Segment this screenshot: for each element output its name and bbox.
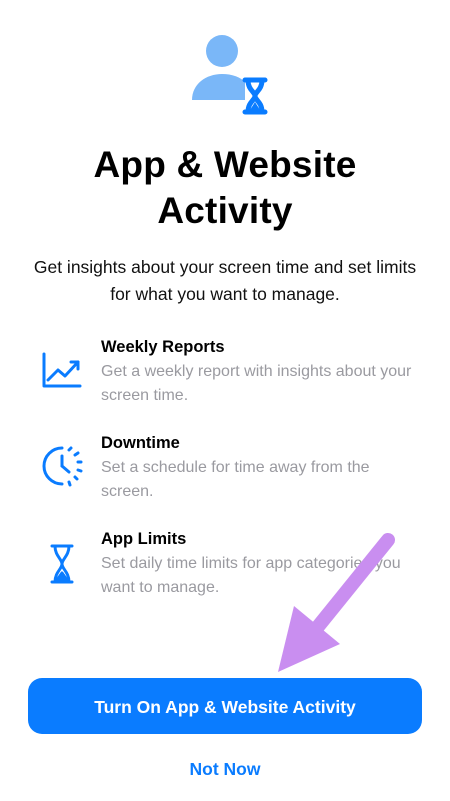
feature-title: App Limits — [101, 530, 187, 548]
person-hourglass-icon — [188, 32, 270, 116]
not-now-button[interactable]: Not Now — [0, 756, 450, 782]
feature-app-limits: App Limits Set daily time limits for app… — [0, 528, 450, 608]
feature-description: Set daily time limits for app categories… — [101, 555, 401, 596]
chart-line-icon — [40, 348, 84, 392]
feature-title: Downtime — [101, 434, 180, 452]
feature-description: Set a schedule for time away from the sc… — [101, 459, 370, 500]
title-line-2: Activity — [157, 190, 293, 231]
downtime-clock-icon — [40, 444, 84, 488]
feature-description: Get a weekly report with insights about … — [101, 363, 412, 404]
feature-title: Weekly Reports — [101, 338, 225, 356]
feature-weekly-reports: Weekly Reports Get a weekly report with … — [0, 336, 450, 416]
turn-on-activity-button[interactable]: Turn On App & Website Activity — [28, 678, 422, 734]
hourglass-icon — [40, 542, 84, 586]
page-title: App & Website Activity — [0, 142, 450, 234]
feature-downtime: Downtime Set a schedule for time away fr… — [0, 432, 450, 512]
title-line-1: App & Website — [93, 144, 357, 185]
page-subtitle: Get insights about your screen time and … — [33, 257, 417, 304]
